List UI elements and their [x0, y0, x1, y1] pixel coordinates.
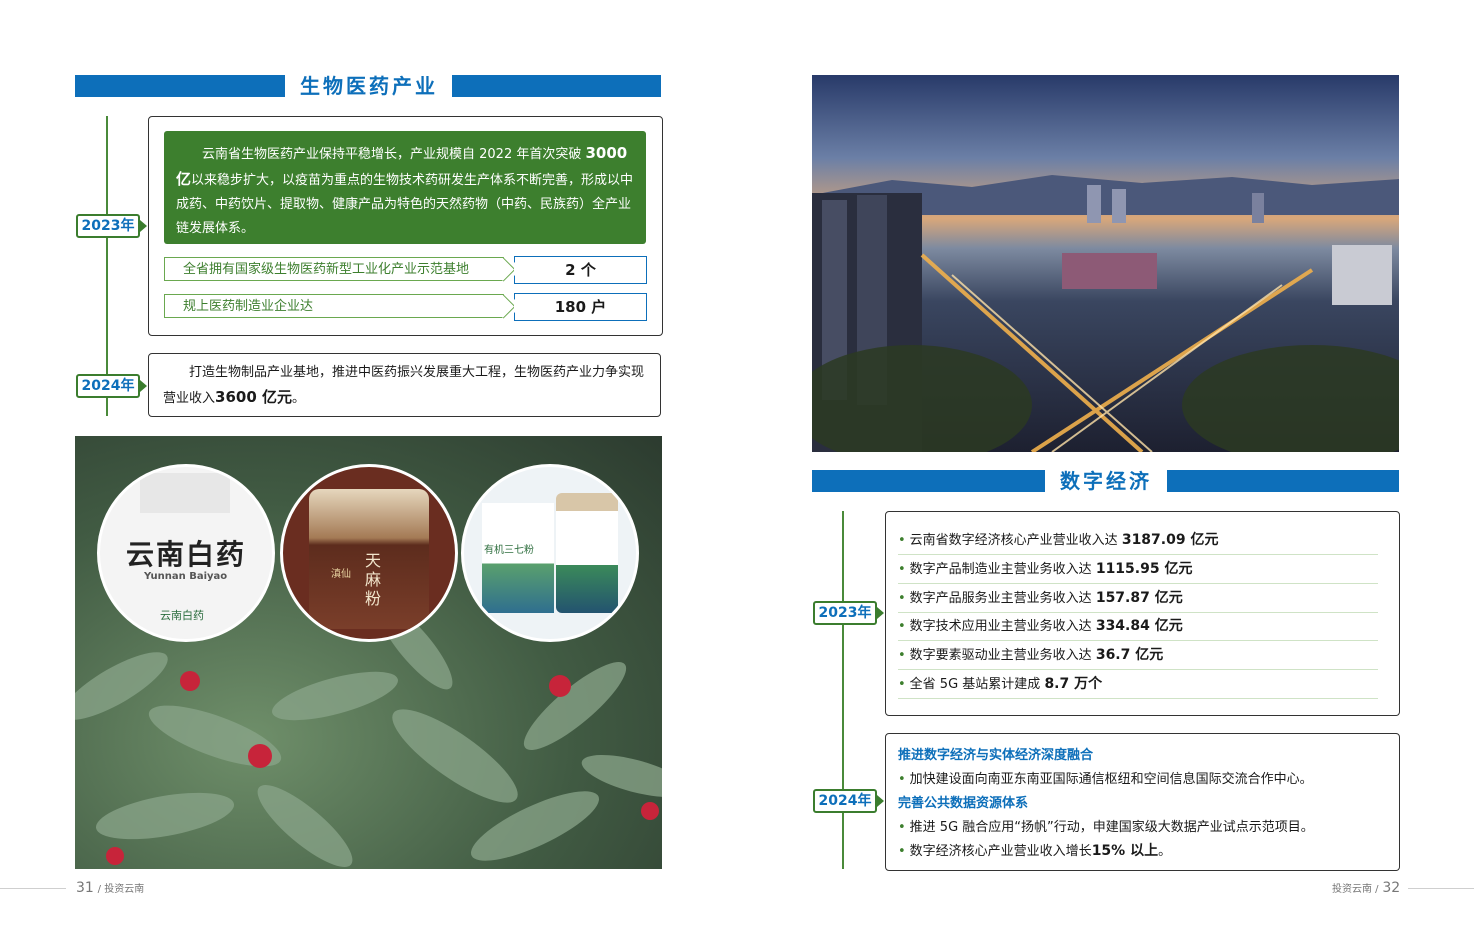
left-2023-p2: 以来稳步扩大，以疫苗为重点的生物技术药研发生产体系不断完善，形成以中成药、中药饮…	[176, 173, 634, 236]
brand-small: 云南白药	[160, 609, 204, 622]
left-section-title: 生物医药产业	[288, 74, 450, 98]
left-stat-1-value: 2 个	[514, 256, 647, 284]
left-section-bar-right	[452, 75, 661, 97]
sanqi-circle: 有机三七粉	[461, 464, 639, 642]
right-2023-box: • 云南省数字经济核心产业营业收入达 3187.09 亿元 • 数字产品制造业主营业…	[885, 511, 1400, 716]
product2-brand: 滇仙	[331, 569, 351, 580]
jar2	[556, 493, 618, 613]
left-2023-p1: 云南省生物医药产业保持平稳增长，产业规模自 2022 年首次突破	[202, 147, 582, 162]
right-section-title: 数字经济	[1047, 469, 1165, 493]
city-photo	[812, 75, 1399, 452]
pill-bottle	[140, 473, 230, 513]
right-section-bar-right	[1167, 470, 1399, 492]
left-footer-line	[0, 888, 66, 889]
digital-item-5: • 数字要素驱动业主营业务收入达 36.7 亿元	[898, 641, 1378, 670]
digital-2024-head-2: 完善公共数据资源体系	[898, 796, 1029, 811]
left-stat-1-label: 全省拥有国家级生物医药新型工业化产业示范基地	[164, 257, 504, 281]
tianma-circle: 滇仙 天麻粉	[280, 464, 458, 642]
left-timeline	[106, 116, 108, 416]
product3-cn: 有机三七粉	[484, 545, 534, 556]
digital-item-6: • 全省 5G 基站累计建成 8.7 万个	[898, 670, 1378, 699]
product2-cn: 天麻粉	[365, 551, 382, 608]
right-footer-line	[1408, 888, 1474, 889]
box	[482, 503, 554, 613]
left-section-bar-left	[75, 75, 285, 97]
digital-2024-item-1: • 加快建设面向南亚东南亚国际通信枢纽和空间信息国际交流合作中心。	[898, 772, 1313, 787]
left-stat-2-value: 180 户	[514, 293, 647, 321]
left-2024-end: 。	[292, 391, 306, 406]
digital-item-4: • 数字技术应用业主营业务收入达 334.84 亿元	[898, 612, 1378, 641]
left-stat-2-label: 规上医药制造业企业达	[164, 294, 504, 318]
city-photo-illustration	[812, 175, 1399, 452]
left-year-2023: 2023年	[76, 214, 147, 238]
brand-cn: 云南白药	[126, 538, 247, 571]
left-2023-paragraph: 云南省生物医药产业保持平稳增长，产业规模自 2022 年首次突破 3000 亿以…	[164, 131, 646, 244]
left-year-2024: 2024年	[76, 374, 147, 398]
digital-item-3: • 数字产品服务业主营业务收入达 157.87 亿元	[898, 584, 1378, 613]
digital-2024-head-1: 推进数字经济与实体经济深度融合	[898, 748, 1094, 763]
digital-2024-item-2: • 推进 5G 融合应用“扬帆”行动，申建国家级大数据产业试点示范项目。	[898, 820, 1314, 835]
left-2024-bold: 3600 亿元	[215, 388, 292, 406]
left-2024-box: 打造生物制品产业基地，推进中医药振兴发展重大工程，生物医药产业力争实现营业收入3…	[148, 353, 661, 417]
digital-item-1: • 云南省数字经济核心产业营业收入达 3187.09 亿元	[898, 526, 1378, 555]
right-2024-box: 推进数字经济与实体经济深度融合 • 加快建设面向南亚东南亚国际通信枢纽和空间信息国…	[885, 733, 1400, 871]
digital-2024-item-3: • 数字经济核心产业营业收入增长15% 以上。	[898, 843, 1172, 859]
right-year-2024: 2024年	[813, 789, 884, 813]
right-page-number: 投资云南 / 32	[1332, 880, 1401, 896]
herb-photo: 云南白药 Yunnan Baiyao 云南白药 滇仙 天麻粉 有机三七粉	[75, 436, 662, 869]
digital-item-2: • 数字产品制造业主营业务收入达 1115.95 亿元	[898, 555, 1378, 584]
left-page-number: 31 / 投资云南	[76, 880, 145, 896]
right-section-bar-left	[812, 470, 1045, 492]
yunnan-baiyao-circle: 云南白药 Yunnan Baiyao 云南白药	[97, 464, 275, 642]
brand-en: Yunnan Baiyao	[144, 571, 228, 582]
right-timeline	[842, 511, 844, 869]
right-year-2023: 2023年	[813, 601, 884, 625]
